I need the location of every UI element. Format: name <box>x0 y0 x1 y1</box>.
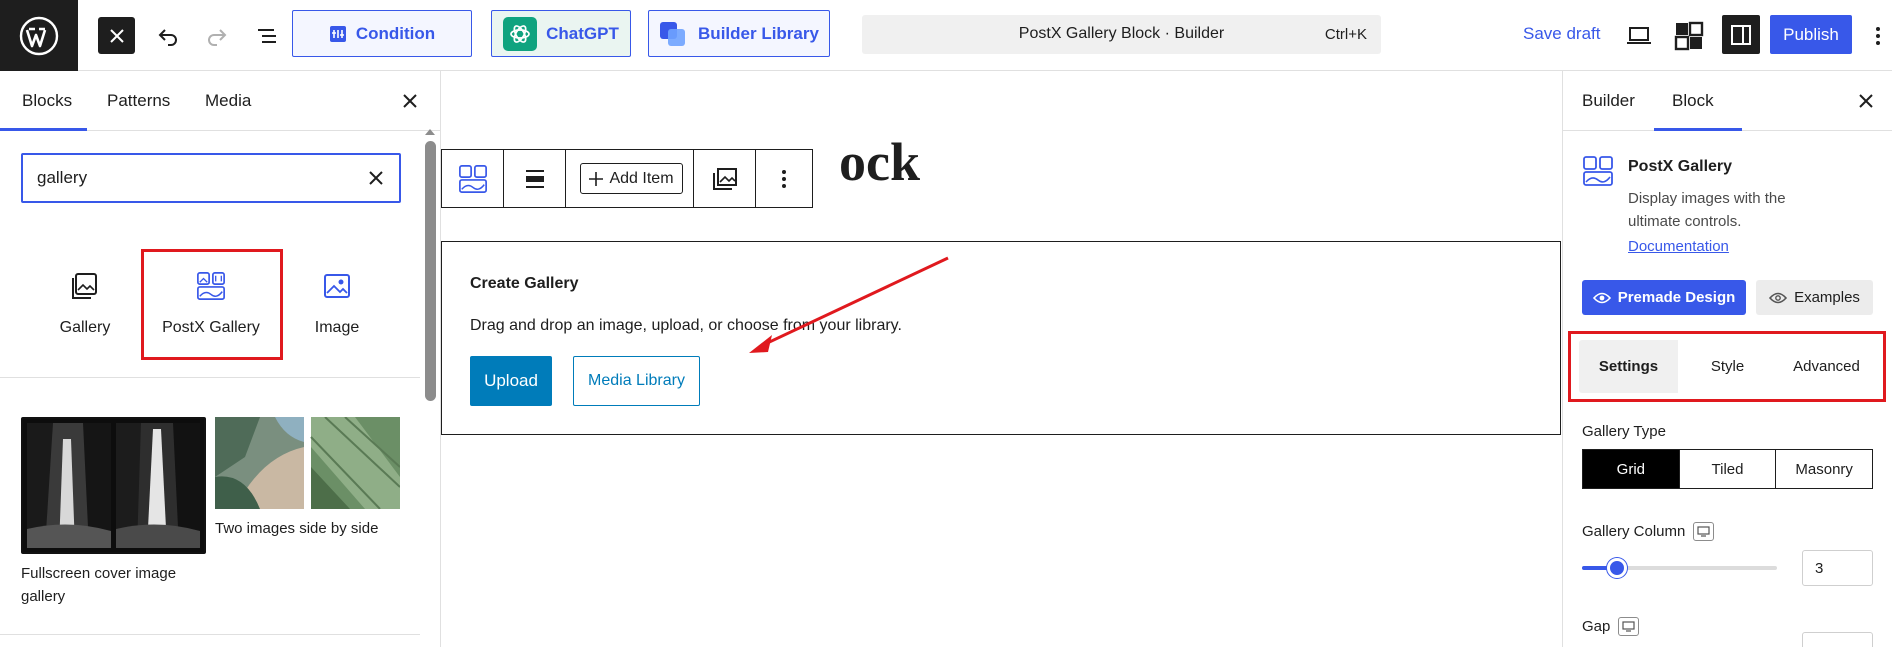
divider <box>0 377 420 378</box>
examples-button[interactable]: Examples <box>1756 280 1873 315</box>
gallery-type-label: Gallery Type <box>1582 423 1666 440</box>
settings-sidebar: Builder Block PostX Gallery Display imag… <box>1562 71 1892 647</box>
annotation-arrow <box>749 256 949 353</box>
desktop-device-icon[interactable] <box>1618 617 1640 636</box>
block-item-label: Gallery <box>59 319 111 336</box>
tab-patterns[interactable]: Patterns <box>107 91 170 111</box>
tab-style[interactable]: Style <box>1678 340 1777 393</box>
settings-sidebar-toggle[interactable] <box>1722 15 1760 54</box>
eye-icon <box>1592 292 1611 303</box>
wordpress-icon <box>19 16 59 55</box>
desktop-preview-icon <box>1626 26 1651 44</box>
redo-button[interactable] <box>198 17 235 54</box>
block-item-gallery[interactable]: Gallery <box>23 249 147 357</box>
command-palette-button[interactable]: PostX Gallery Block · Builder Ctrl+K <box>862 15 1381 54</box>
publish-button[interactable]: Publish <box>1770 15 1852 54</box>
highlight-box <box>141 249 283 360</box>
options-menu-button[interactable] <box>1866 17 1890 54</box>
builder-library-button[interactable]: Builder Library <box>648 10 830 57</box>
scroll-up-arrow[interactable] <box>425 129 435 135</box>
undo-button[interactable] <box>149 17 186 54</box>
chatgpt-button[interactable]: ChatGPT <box>491 10 631 57</box>
chatgpt-label: ChatGPT <box>546 23 619 43</box>
chatgpt-icon <box>503 16 538 51</box>
field-label-text: Gallery Type <box>1582 423 1666 440</box>
postx-gallery-icon <box>1583 156 1613 186</box>
postx-logo-icon <box>1674 21 1703 50</box>
gallery-icon <box>70 271 100 301</box>
builder-library-label: Builder Library <box>698 23 819 43</box>
tab-blocks[interactable]: Blocks <box>22 91 72 111</box>
condition-icon <box>329 25 346 42</box>
settings-tabs: Settings Style Advanced <box>1579 340 1876 393</box>
document-title: PostX Gallery Block · Builder <box>1018 25 1225 42</box>
waterfall-image <box>23 419 204 552</box>
gallery-type-selector: Grid Tiled Masonry <box>1582 449 1873 489</box>
block-card-title: PostX Gallery <box>1628 158 1733 175</box>
active-tab-indicator <box>1654 128 1742 131</box>
documentation-link[interactable]: Documentation <box>1628 238 1729 255</box>
gallery-column-label: Gallery Column <box>1582 522 1715 541</box>
editor-top-toolbar: Condition ChatGPT Builder Library PostX … <box>0 0 1892 71</box>
examples-label: Examples <box>1794 289 1860 306</box>
tab-settings[interactable]: Settings <box>1579 340 1678 393</box>
wordpress-logo-button[interactable] <box>0 0 78 71</box>
pattern-caption: Fullscreen cover image gallery <box>21 565 177 605</box>
close-sidebar-icon[interactable] <box>1854 89 1878 113</box>
tab-media[interactable]: Media <box>205 91 251 111</box>
gap-label: Gap <box>1582 617 1640 636</box>
preview-button[interactable] <box>1620 17 1657 54</box>
close-inserter-button[interactable] <box>98 17 135 54</box>
redo-icon <box>207 28 226 46</box>
postx-builder-button[interactable] <box>1670 17 1707 54</box>
premade-design-button[interactable]: Premade Design <box>1582 280 1746 315</box>
close-panel-icon[interactable] <box>398 89 422 113</box>
pattern-caption: Two images side by side <box>215 520 379 537</box>
gallery-type-tiled[interactable]: Tiled <box>1680 450 1777 488</box>
command-shortcut: Ctrl+K <box>1324 26 1367 43</box>
save-draft-button[interactable]: Save draft <box>1523 24 1601 44</box>
block-search-field[interactable] <box>21 153 401 203</box>
block-search-input[interactable] <box>37 168 337 188</box>
gap-input[interactable] <box>1802 632 1873 647</box>
gallery-column-input[interactable] <box>1802 550 1873 586</box>
slider-handle[interactable] <box>1607 558 1627 578</box>
block-item-image[interactable]: Image <box>275 249 399 357</box>
undo-icon <box>158 28 177 46</box>
tab-advanced[interactable]: Advanced <box>1777 340 1876 393</box>
eye-icon <box>1769 292 1788 303</box>
pattern-preview-fullscreen-gallery[interactable] <box>21 417 206 554</box>
block-card-description: Display images with the ultimate control… <box>1628 190 1786 230</box>
more-vertical-icon <box>1876 26 1880 45</box>
pattern-preview-two-images[interactable] <box>215 417 400 509</box>
inserter-tabs: Blocks Patterns Media <box>0 71 440 131</box>
clear-search-icon[interactable] <box>365 167 387 189</box>
aerial-images <box>215 417 400 509</box>
tab-block[interactable]: Block <box>1672 91 1714 111</box>
tab-builder[interactable]: Builder <box>1582 91 1635 111</box>
document-overview-button[interactable] <box>248 17 285 54</box>
active-tab-indicator <box>0 128 87 131</box>
block-item-label: Image <box>314 319 360 336</box>
settings-tabs-highlight: Settings Style Advanced <box>1568 331 1886 402</box>
inserter-scrollbar[interactable] <box>425 141 436 401</box>
sidebar-tabs: Builder Block <box>1563 71 1892 131</box>
premade-design-label: Premade Design <box>1617 289 1736 306</box>
close-icon <box>109 28 124 43</box>
editor-canvas: ock Add Item Create Gallery Drag and dro… <box>441 71 1562 647</box>
condition-button[interactable]: Condition <box>292 10 472 57</box>
condition-label: Condition <box>355 23 436 43</box>
builder-library-icon <box>660 21 686 46</box>
sidebar-icon <box>1731 24 1751 45</box>
gallery-type-masonry[interactable]: Masonry <box>1776 450 1872 488</box>
list-view-icon <box>257 28 276 43</box>
field-label-text: Gap <box>1582 618 1611 635</box>
field-label-text: Gallery Column <box>1582 523 1686 540</box>
desktop-device-icon[interactable] <box>1693 522 1715 541</box>
gallery-column-slider[interactable] <box>1582 558 1777 578</box>
block-inserter-panel: Blocks Patterns Media Gallery <box>0 71 441 647</box>
divider <box>0 634 420 635</box>
image-icon <box>322 271 352 301</box>
gallery-type-grid[interactable]: Grid <box>1583 450 1680 488</box>
